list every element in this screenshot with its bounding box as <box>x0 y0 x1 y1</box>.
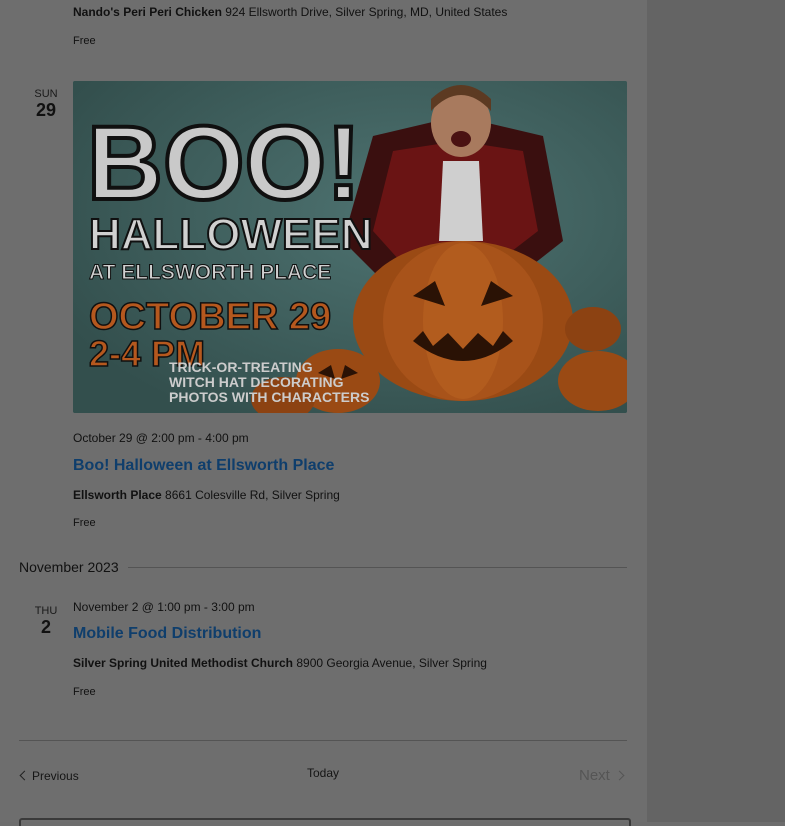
event-start: October 29 @ 2:00 pm <box>73 431 195 445</box>
event-time-separator: - <box>197 431 202 445</box>
event-venue-line: Silver Spring United Methodist Church 89… <box>73 656 487 670</box>
poster-boo-text: BOO! <box>87 105 361 222</box>
venue-address: 8661 Colesville Rd, Silver Spring <box>165 488 340 502</box>
nav-divider <box>19 740 627 741</box>
poster-activity-3: PHOTOS WITH CHARACTERS <box>169 389 369 405</box>
event-venue-line: Ellsworth Place 8661 Colesville Rd, Silv… <box>73 488 340 502</box>
date-weekday: SUN <box>34 88 58 100</box>
venue-address: 8900 Georgia Avenue, Silver Spring <box>296 656 487 670</box>
event-featured-image[interactable]: BOO! HALLOWEEN AT ELLSWORTH PLACE OCTOBE… <box>73 81 627 413</box>
venue-address: 924 Ellsworth Drive, Silver Spring, MD, … <box>225 5 508 19</box>
today-link[interactable]: Today <box>307 766 339 780</box>
poster-activity-1: TRICK-OR-TREATING <box>169 359 313 375</box>
previous-label: Previous <box>32 769 79 783</box>
event-end: 4:00 pm <box>205 431 249 445</box>
previous-events-link[interactable]: Previous <box>19 769 79 783</box>
next-events-link[interactable]: Next <box>579 767 625 784</box>
month-separator-rule <box>128 567 627 568</box>
subscribe-bar[interactable] <box>19 818 631 826</box>
chevron-right-icon <box>614 770 625 781</box>
month-separator: November 2023 <box>19 559 119 575</box>
event-datetime: November 2 @ 1:00 pm - 3:00 pm <box>73 600 255 614</box>
event-cost: Free <box>73 35 96 47</box>
next-label: Next <box>579 767 610 784</box>
poster-location-text: AT ELLSWORTH PLACE <box>89 261 331 284</box>
event-title-link[interactable]: Boo! Halloween at Ellsworth Place <box>73 457 334 475</box>
event-cost: Free <box>73 686 96 698</box>
sidebar <box>647 0 785 822</box>
halloween-poster-graphic: BOO! HALLOWEEN AT ELLSWORTH PLACE OCTOBE… <box>73 81 627 413</box>
event-start: November 2 @ 1:00 pm <box>73 600 201 614</box>
event-datetime: October 29 @ 2:00 pm - 4:00 pm <box>73 431 249 445</box>
date-day: 29 <box>35 100 57 120</box>
events-list: Nando's Peri Peri Chicken 924 Ellsworth … <box>0 0 647 826</box>
poster-date-text: OCTOBER 29 <box>89 296 331 338</box>
venue-name: Ellsworth Place <box>73 488 162 502</box>
date-day: 2 <box>40 617 51 637</box>
poster-halloween-text: HALLOWEEN <box>89 210 373 259</box>
event-cost: Free <box>73 517 96 529</box>
event-time-separator: - <box>203 600 208 614</box>
venue-name: Nando's Peri Peri Chicken <box>73 5 222 19</box>
venue-name: Silver Spring United Methodist Church <box>73 656 294 670</box>
chevron-left-icon <box>19 770 30 781</box>
event-venue-line: Nando's Peri Peri Chicken 924 Ellsworth … <box>73 5 507 19</box>
event-end: 3:00 pm <box>211 600 255 614</box>
poster-activity-2: WITCH HAT DECORATING <box>169 374 344 390</box>
event-title-link[interactable]: Mobile Food Distribution <box>73 625 261 643</box>
date-weekday: THU <box>34 605 58 617</box>
